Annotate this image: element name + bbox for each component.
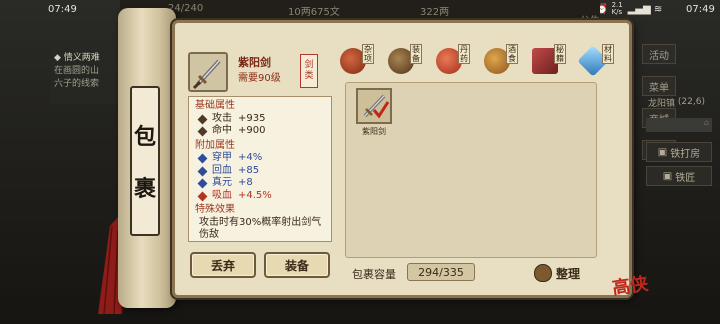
sword-icon	[192, 59, 221, 90]
item-attributes: 基础属性 攻击 +935 命中 +900 附加属性 穿甲 +4% 回血 +85 真元 +8…	[188, 96, 332, 242]
capacity-label: 包裹容量	[352, 268, 396, 281]
item-requirement: 需要90级	[238, 73, 281, 84]
tab-misc[interactable]: 杂项	[340, 44, 376, 82]
side-strip-label: 铁打房	[670, 148, 701, 160]
attr-value: +8	[238, 177, 253, 188]
net-speed: 2.1 K/s	[611, 1, 623, 16]
base-attr-title: 基础属性	[195, 100, 235, 111]
attr-label: 穿甲	[212, 152, 232, 163]
attr-label: 回血	[212, 164, 232, 176]
tab-label: 酒食	[506, 44, 518, 64]
side-strip-forge[interactable]: ▣ 铁打房	[646, 142, 712, 162]
money-coins: 10两675文	[288, 7, 340, 18]
menu-button[interactable]: 菜单	[642, 76, 676, 96]
sort-label: 整理	[556, 266, 581, 281]
map-name: 龙阳镇	[648, 98, 676, 109]
special-effect-title: 特殊效果	[195, 204, 235, 215]
money-silver: 322两	[420, 7, 450, 18]
extra-attr-title: 附加属性	[195, 139, 235, 151]
quest-title: ◆ 情义两难	[54, 53, 100, 63]
attr-value: +935	[238, 112, 266, 124]
attr-value: +4%	[238, 152, 263, 163]
discard-button[interactable]: 丢弃	[190, 252, 256, 278]
top-resource-bar: 24/240 10两675文 322两	[120, 0, 600, 20]
item-name: 紫阳剑	[238, 56, 271, 69]
tab-label: 材料	[602, 44, 614, 64]
status-time: 07:49	[48, 3, 77, 15]
inventory-slot[interactable]	[356, 88, 392, 124]
attr-row: 攻击 +935	[195, 113, 325, 126]
tab-label: 秘籍	[554, 44, 566, 64]
map-label: 龙阳镇 (22,6)	[648, 96, 705, 109]
quest-line: 在画圆的山	[54, 66, 100, 76]
title-char: 包	[133, 124, 156, 150]
type-tag-char: 剑	[304, 60, 314, 70]
attr-row: 吸血 +4.5%	[195, 190, 325, 203]
tab-equipment[interactable]: 装备	[388, 44, 424, 82]
attr-label: 真元	[212, 177, 232, 188]
tab-materials[interactable]: 材料	[577, 44, 616, 82]
title-char: 裹	[133, 176, 156, 202]
anvil-icon: ▣	[657, 146, 668, 158]
hammer-icon: ▣	[662, 170, 673, 182]
tab-books[interactable]: 秘籍	[532, 44, 568, 82]
attr-value: +900	[238, 125, 266, 136]
minimap-bar: ⌂	[646, 118, 712, 132]
attr-row: 真元 +8	[195, 177, 325, 190]
status-time-right: 07:49	[686, 3, 715, 15]
wifi-icon: ≋	[653, 3, 663, 15]
capacity-value: 294/335	[407, 263, 475, 281]
tab-pills[interactable]: 丹药	[436, 44, 472, 82]
type-tag-char: 类	[304, 71, 314, 81]
attr-value: +4.5%	[238, 189, 272, 201]
tab-label: 杂项	[362, 44, 374, 64]
game-logo: 高侠	[610, 273, 650, 300]
attr-value: +85	[238, 164, 260, 176]
attr-row: 回血 +85	[195, 165, 325, 178]
attr-label: 吸血	[212, 189, 232, 201]
signal-icon: ▂▄▆	[627, 3, 651, 15]
sword-icon	[363, 94, 390, 119]
tab-label: 丹药	[458, 44, 470, 64]
activity-button[interactable]: 活动	[642, 44, 676, 64]
attr-row: 命中 +900	[195, 125, 325, 138]
map-coords: (22,6)	[677, 97, 705, 107]
special-effect-text: 攻击时有30%概率射出剑气伤敌	[199, 216, 322, 241]
quest-line: 六子的线索	[54, 79, 100, 89]
equip-button[interactable]: 装备	[264, 252, 330, 278]
inventory-slot-name: 紫阳剑	[362, 127, 386, 136]
selected-item-icon	[188, 52, 228, 92]
side-strip-label: 铁匠	[675, 172, 696, 184]
attr-label: 命中	[212, 125, 232, 136]
side-strip-smith[interactable]: ▣ 铁匠	[646, 166, 712, 186]
attr-label: 攻击	[212, 112, 232, 124]
tab-food[interactable]: 酒食	[484, 44, 520, 82]
tab-label: 装备	[410, 44, 422, 64]
item-type-tag: 剑 类	[300, 54, 318, 88]
inventory-title: 包 裹	[130, 86, 160, 236]
bag-icon	[534, 264, 552, 282]
attr-row: 穿甲 +4%	[195, 152, 325, 165]
sort-button[interactable]: 整理	[534, 262, 580, 284]
